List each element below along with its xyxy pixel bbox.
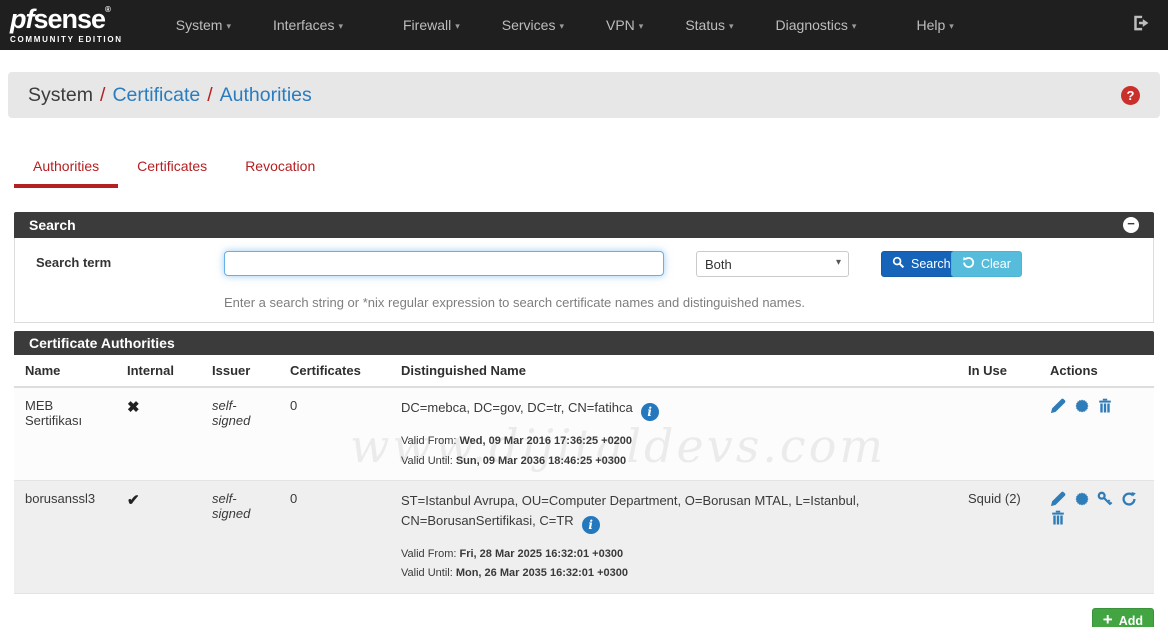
col-in-use: In Use — [958, 355, 1040, 387]
edit-ca-icon[interactable] — [1050, 491, 1066, 510]
table-row: MEB Sertifikası ✖ self-signed 0 DC=mebca… — [14, 387, 1154, 480]
x-mark-icon: ✖ — [127, 399, 140, 416]
search-type-select-wrap: Both ▾ — [696, 251, 849, 277]
search-type-select[interactable]: Both — [696, 251, 849, 277]
ca-issuer: self-signed — [212, 398, 258, 428]
certificate-authorities-panel: Certificate Authorities Name Internal Is… — [14, 331, 1154, 594]
ca-table-header-row: Name Internal Issuer Certificates Distin… — [14, 355, 1154, 387]
search-button[interactable]: Search — [881, 251, 962, 277]
ca-validity: Valid From: Wed, 09 Mar 2016 17:36:25 +0… — [401, 432, 948, 471]
tab-certificates[interactable]: Certificates — [118, 148, 226, 188]
search-input[interactable] — [224, 251, 664, 276]
menu-services[interactable]: Services▾ — [481, 17, 585, 33]
page-header: System / Certificate / Authorities ? — [8, 72, 1160, 118]
caret-down-icon: ▾ — [559, 21, 564, 31]
menu-interfaces[interactable]: Interfaces▾ — [252, 17, 373, 33]
breadcrumb-authorities-link[interactable]: Authorities — [220, 84, 312, 107]
breadcrumb-separator: / — [93, 84, 112, 107]
menu-system[interactable]: System▾ — [155, 17, 252, 33]
ca-in-use — [958, 387, 1040, 480]
check-mark-icon: ✔ — [127, 492, 140, 509]
caret-down-icon: ▾ — [639, 21, 644, 31]
search-term-label: Search term — [36, 255, 111, 270]
clear-button[interactable]: Clear — [951, 251, 1022, 277]
export-ca-key-icon[interactable] — [1097, 491, 1113, 510]
help-icon[interactable]: ? — [1121, 86, 1140, 105]
sign-out-icon[interactable] — [1132, 14, 1150, 37]
main-menu: System▾ Interfaces▾ Firewall▾ Services▾ … — [155, 17, 975, 33]
undo-icon — [962, 256, 975, 272]
edit-ca-icon[interactable] — [1050, 398, 1066, 417]
ca-cert-count: 0 — [280, 387, 391, 480]
col-distinguished-name: Distinguished Name — [391, 355, 958, 387]
col-internal: Internal — [117, 355, 202, 387]
info-icon[interactable]: i — [582, 516, 600, 534]
ca-validity: Valid From: Fri, 28 Mar 2025 16:32:01 +0… — [401, 545, 948, 584]
ca-distinguished-name: ST=Istanbul Avrupa, OU=Computer Departme… — [401, 491, 893, 534]
delete-ca-icon[interactable] — [1050, 510, 1066, 529]
ca-actions — [1040, 387, 1154, 480]
top-navbar: pfsense® COMMUNITY EDITION System▾ Inter… — [0, 0, 1168, 50]
brand-name: pfsense® — [10, 6, 123, 33]
tab-revocation[interactable]: Revocation — [226, 148, 334, 188]
breadcrumb-system: System — [28, 84, 93, 107]
breadcrumb-separator: / — [200, 84, 219, 107]
search-panel: Search − Search term Both ▾ Search Clear… — [14, 212, 1154, 323]
menu-firewall[interactable]: Firewall▾ — [373, 17, 481, 33]
breadcrumb-certificate-link[interactable]: Certificate — [112, 84, 200, 107]
ca-distinguished-name: DC=mebca, DC=gov, DC=tr, CN=fatihcai — [401, 398, 893, 421]
ca-panel-header: Certificate Authorities — [14, 331, 1154, 355]
menu-help[interactable]: Help▾ — [886, 17, 974, 33]
export-ca-cert-icon[interactable] — [1074, 398, 1090, 417]
search-panel-body: Search term Both ▾ Search Clear Enter a … — [14, 238, 1154, 323]
brand-edition: COMMUNITY EDITION — [10, 36, 123, 44]
ca-actions — [1040, 480, 1154, 593]
menu-status[interactable]: Status▾ — [664, 17, 754, 33]
ca-in-use: Squid (2) — [958, 480, 1040, 593]
caret-down-icon: ▾ — [338, 21, 343, 31]
ca-issuer: self-signed — [212, 491, 258, 521]
caret-down-icon: ▾ — [852, 21, 857, 31]
renew-ca-icon[interactable] — [1121, 491, 1137, 510]
add-ca-button[interactable]: + Add — [1092, 608, 1154, 627]
caret-down-icon: ▾ — [949, 21, 954, 31]
collapse-panel-icon[interactable]: − — [1123, 217, 1139, 233]
search-icon — [892, 256, 905, 272]
caret-down-icon: ▾ — [729, 21, 734, 31]
table-row: borusanssl3 ✔ self-signed 0 ST=Istanbul … — [14, 480, 1154, 593]
ca-name: borusanssl3 — [14, 480, 117, 593]
plus-icon: + — [1103, 611, 1113, 627]
caret-down-icon: ▾ — [455, 21, 460, 31]
col-certificates: Certificates — [280, 355, 391, 387]
search-panel-header: Search − — [14, 212, 1154, 238]
search-hint: Enter a search string or *nix regular ex… — [224, 295, 1153, 310]
pfsense-logo[interactable]: pfsense® COMMUNITY EDITION — [10, 6, 123, 44]
menu-diagnostics[interactable]: Diagnostics▾ — [755, 17, 887, 33]
export-ca-cert-icon[interactable] — [1074, 491, 1090, 510]
menu-vpn[interactable]: VPN▾ — [585, 17, 664, 33]
ca-table: Name Internal Issuer Certificates Distin… — [14, 355, 1154, 594]
registered-mark: ® — [105, 5, 110, 14]
tab-authorities[interactable]: Authorities — [14, 148, 118, 188]
search-panel-title: Search — [29, 217, 76, 233]
ca-panel-title: Certificate Authorities — [29, 335, 175, 351]
col-name: Name — [14, 355, 117, 387]
certificate-tabs: Authorities Certificates Revocation — [14, 148, 1154, 188]
ca-cert-count: 0 — [280, 480, 391, 593]
info-icon[interactable]: i — [641, 403, 659, 421]
ca-name: MEB Sertifikası — [14, 387, 117, 480]
col-issuer: Issuer — [202, 355, 280, 387]
delete-ca-icon[interactable] — [1097, 398, 1113, 417]
caret-down-icon: ▾ — [226, 21, 231, 31]
col-actions: Actions — [1040, 355, 1154, 387]
